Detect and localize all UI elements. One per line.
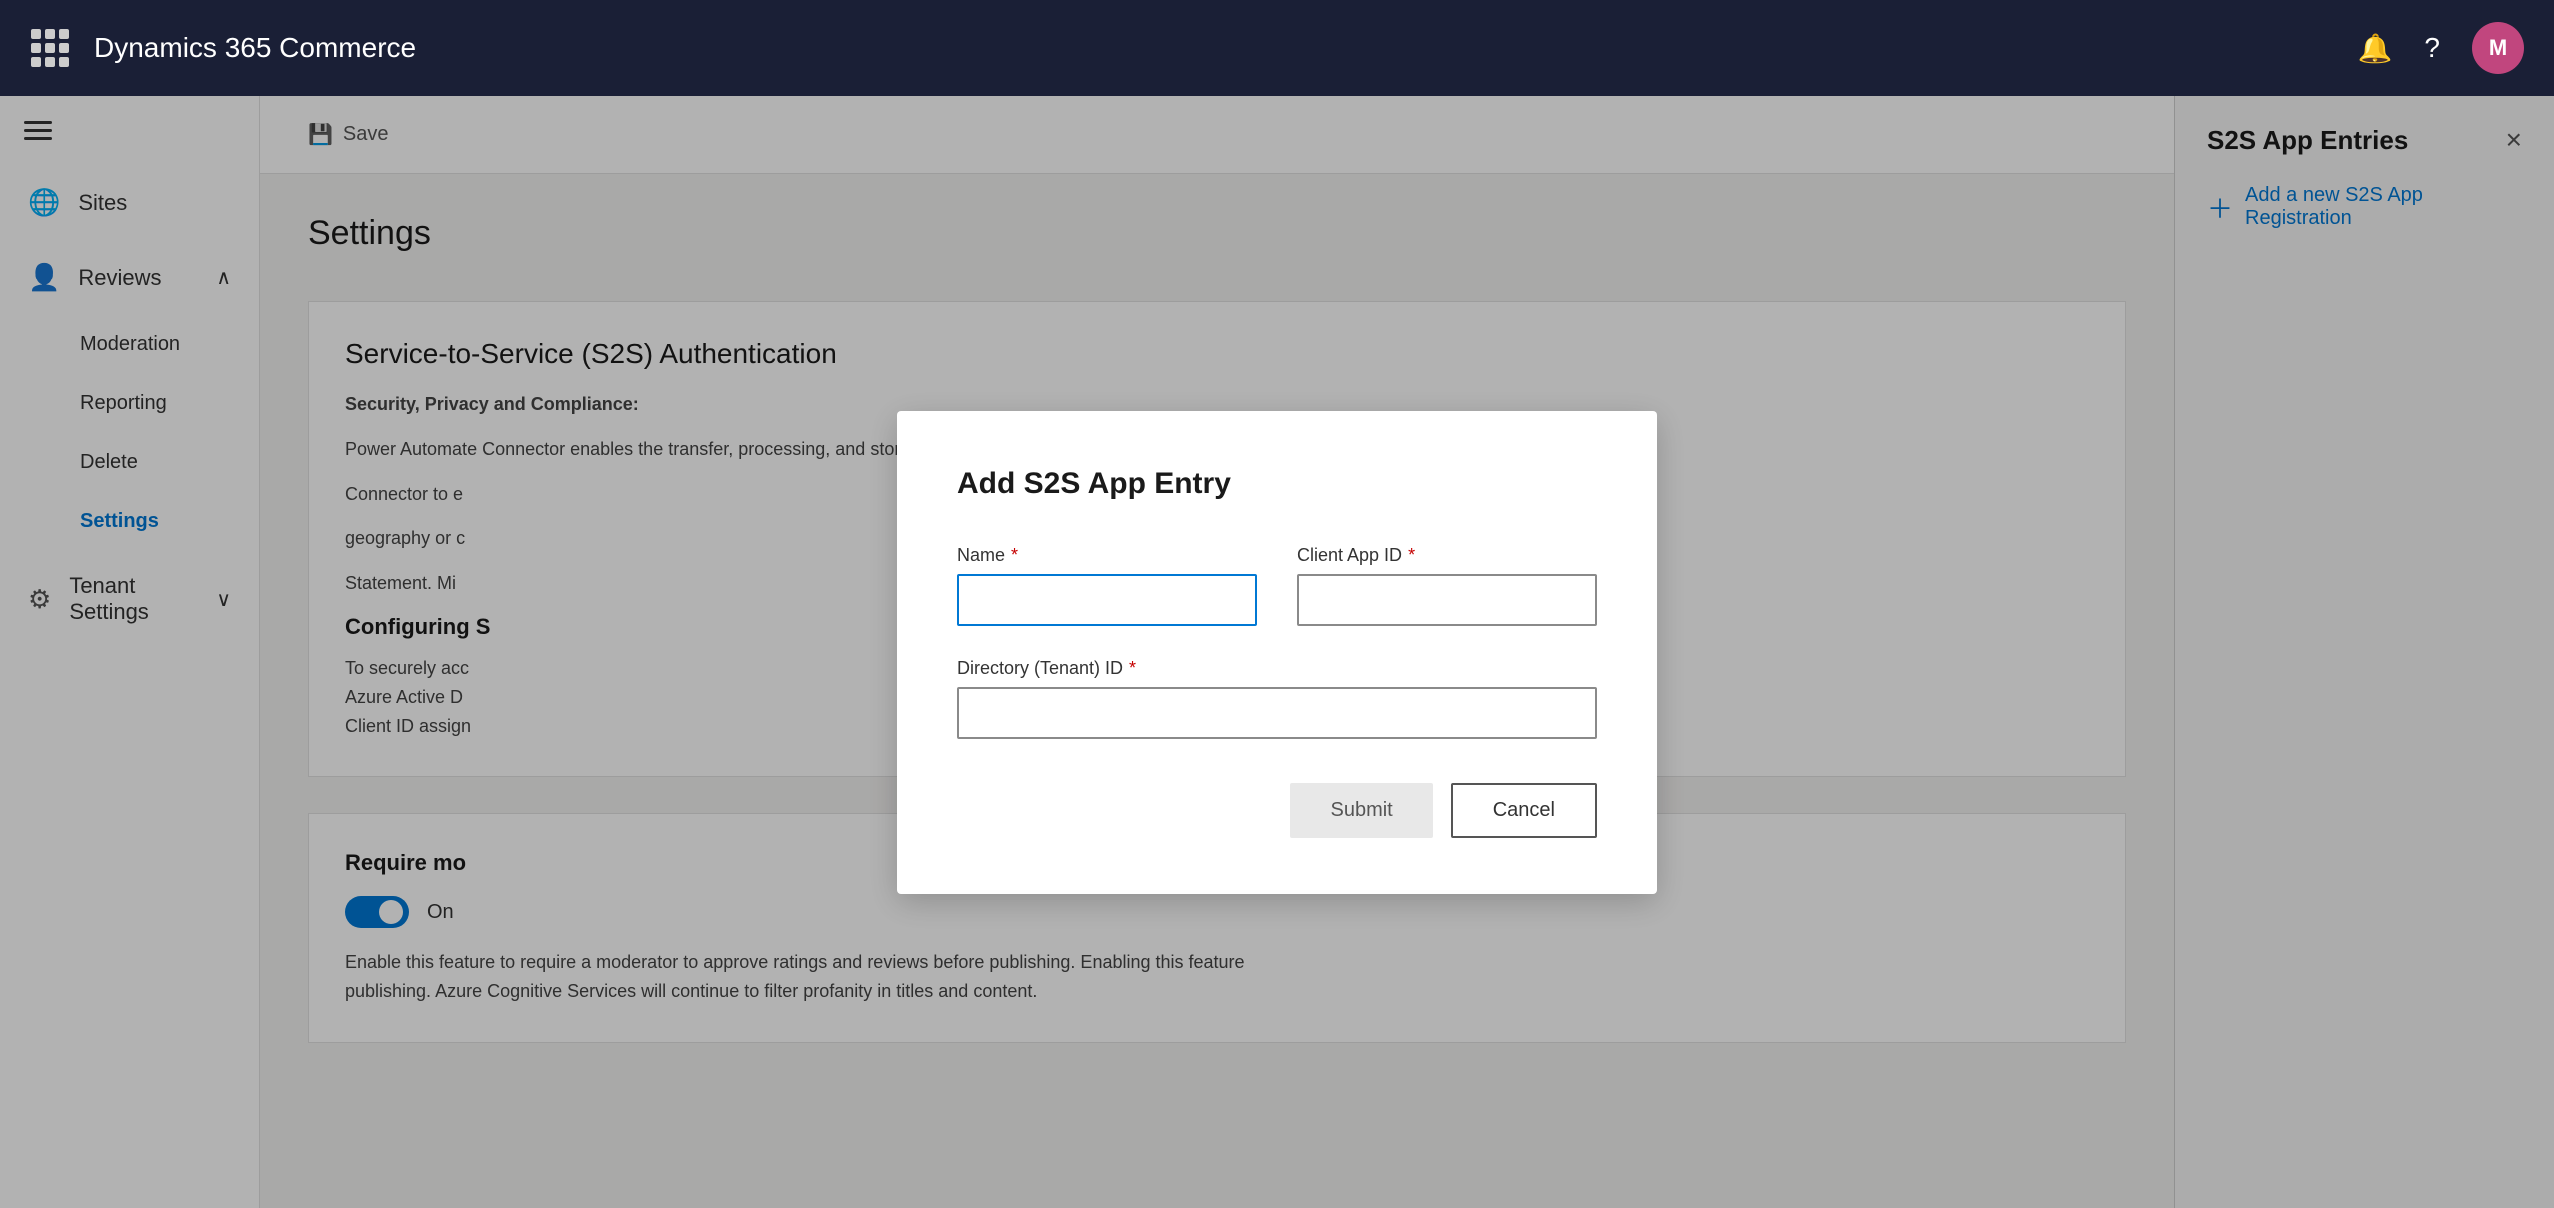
directory-id-label: Directory (Tenant) ID * (957, 658, 1597, 679)
name-required-star: * (1011, 545, 1018, 566)
directory-id-field-group: Directory (Tenant) ID * (957, 658, 1597, 739)
notification-icon[interactable]: 🔔 (2358, 32, 2393, 65)
name-input[interactable] (957, 574, 1257, 626)
client-app-id-label: Client App ID * (1297, 545, 1597, 566)
top-navigation: Dynamics 365 Commerce 🔔 ? M (0, 0, 2554, 96)
user-avatar[interactable]: M (2472, 22, 2524, 74)
directory-id-required-star: * (1129, 658, 1136, 679)
name-field-group: Name * (957, 545, 1257, 626)
name-label: Name * (957, 545, 1257, 566)
client-app-id-input[interactable] (1297, 574, 1597, 626)
app-grid-icon[interactable] (30, 28, 70, 68)
client-app-id-field-group: Client App ID * (1297, 545, 1597, 626)
app-title: Dynamics 365 Commerce (94, 32, 2358, 64)
nav-icons: 🔔 ? M (2358, 22, 2524, 74)
cancel-button[interactable]: Cancel (1451, 783, 1597, 838)
submit-button[interactable]: Submit (1290, 783, 1432, 838)
modal-fields: Name * Client App ID * Directory (Tenant… (957, 545, 1597, 739)
help-icon[interactable]: ? (2424, 32, 2440, 64)
modal-actions: Submit Cancel (957, 783, 1597, 838)
add-s2s-modal: Add S2S App Entry Name * Client App ID * (897, 411, 1657, 894)
client-app-id-required-star: * (1408, 545, 1415, 566)
directory-id-input[interactable] (957, 687, 1597, 739)
modal-overlay: Add S2S App Entry Name * Client App ID * (0, 96, 2554, 1208)
modal-title: Add S2S App Entry (957, 467, 1597, 501)
